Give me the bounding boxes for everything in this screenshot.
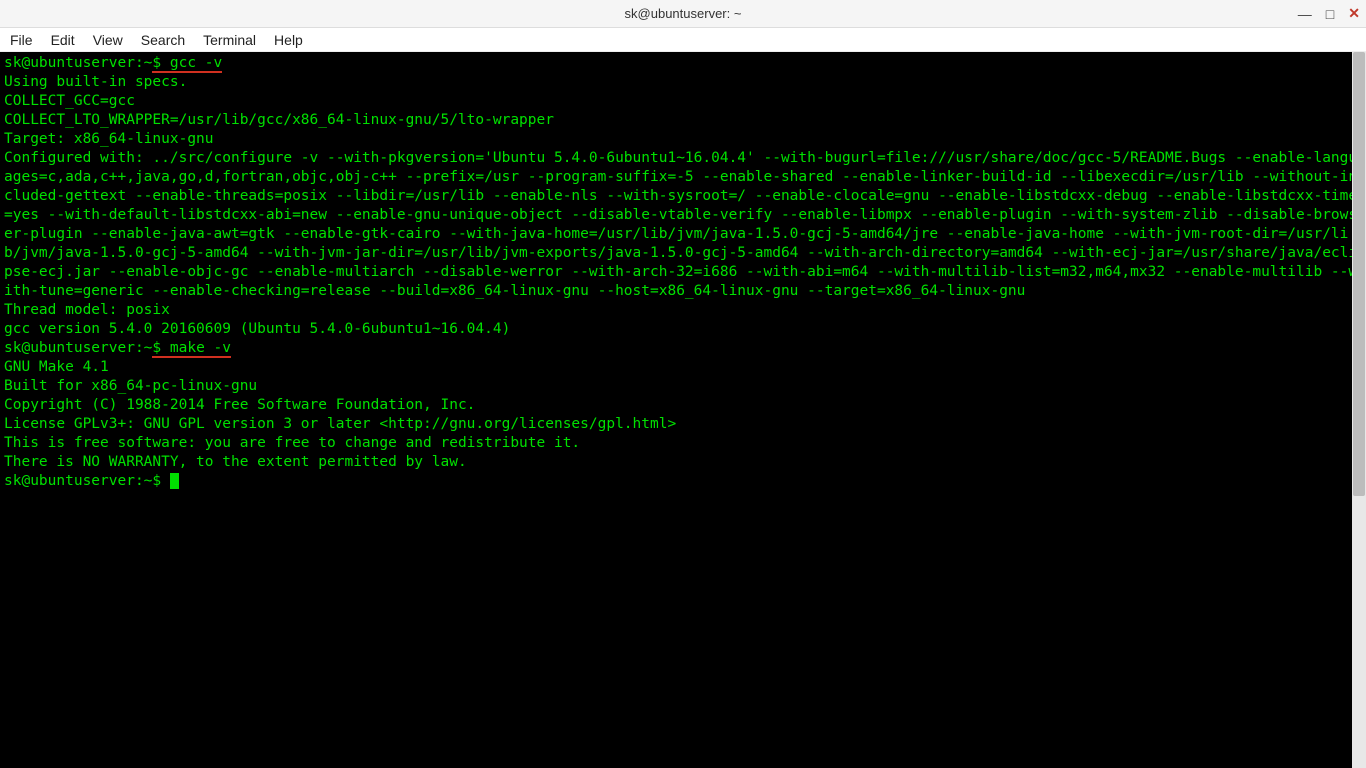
output-line: GNU Make 4.1 [4,359,109,375]
terminal-output[interactable]: sk@ubuntuserver:~$ gcc -v Using built-in… [0,52,1366,493]
close-button[interactable]: ✕ [1348,5,1360,22]
menubar: File Edit View Search Terminal Help [0,28,1366,52]
menu-edit[interactable]: Edit [51,32,75,48]
annotated-cmd: $ make -v [152,340,231,358]
maximize-button[interactable]: □ [1326,6,1334,22]
command-make-v: make -v [170,340,231,356]
menu-view[interactable]: View [93,32,123,48]
output-line: COLLECT_GCC=gcc [4,93,135,109]
menu-help[interactable]: Help [274,32,303,48]
command-gcc-v: gcc -v [170,55,222,71]
annotated-cmd: $ gcc -v [152,55,222,73]
output-line: Built for x86_64-pc-linux-gnu [4,378,257,394]
menu-search[interactable]: Search [141,32,185,48]
output-line: License GPLv3+: GNU GPL version 3 or lat… [4,416,676,432]
window-titlebar: sk@ubuntuserver: ~ — □ ✕ [0,0,1366,28]
output-line: Copyright (C) 1988-2014 Free Software Fo… [4,397,475,413]
output-line: This is free software: you are free to c… [4,435,580,451]
output-line: There is NO WARRANTY, to the extent perm… [4,454,467,470]
output-line: gcc version 5.4.0 20160609 (Ubuntu 5.4.0… [4,321,510,337]
window-controls: — □ ✕ [1298,0,1360,27]
output-line: COLLECT_LTO_WRAPPER=/usr/lib/gcc/x86_64-… [4,112,554,128]
prompt: sk@ubuntuserver:~ [4,473,152,489]
terminal-area[interactable]: sk@ubuntuserver:~$ gcc -v Using built-in… [0,52,1366,768]
output-line: Configured with: ../src/configure -v --w… [4,150,1357,299]
menu-file[interactable]: File [10,32,33,48]
output-line: Thread model: posix [4,302,170,318]
output-line: Target: x86_64-linux-gnu [4,131,214,147]
window-title: sk@ubuntuserver: ~ [0,6,1366,21]
prompt: sk@ubuntuserver:~ [4,55,152,71]
prompt: sk@ubuntuserver:~ [4,340,152,356]
cursor-block [170,473,179,489]
output-line: Using built-in specs. [4,74,187,90]
minimize-button[interactable]: — [1298,6,1312,22]
scrollbar-thumb[interactable] [1353,52,1365,496]
menu-terminal[interactable]: Terminal [203,32,256,48]
vertical-scrollbar[interactable] [1352,52,1366,768]
